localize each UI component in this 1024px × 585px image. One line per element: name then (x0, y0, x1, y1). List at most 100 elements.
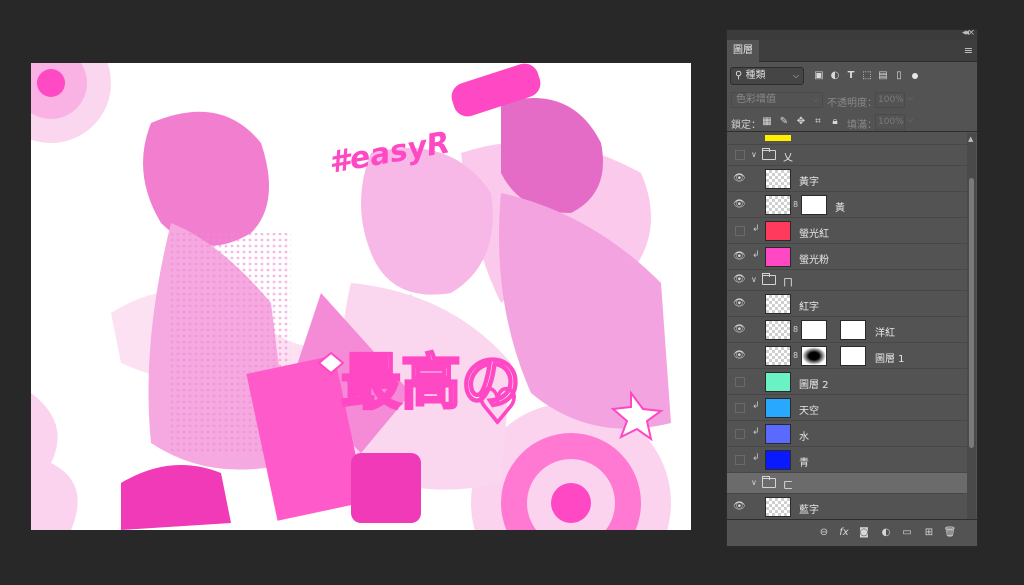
add-mask-icon[interactable]: ◙ (857, 526, 871, 540)
image-filter-icon[interactable]: ▣ (813, 70, 825, 82)
chevron-down-icon[interactable]: ∨ (751, 150, 757, 159)
eye-icon[interactable]: 👁︎ (733, 173, 746, 185)
eye-icon[interactable]: 👁︎ (733, 350, 746, 362)
visibility-toggle[interactable] (735, 226, 745, 236)
link-icon[interactable]: 8 (793, 325, 798, 334)
eye-icon[interactable]: 👁︎ (733, 274, 746, 286)
panel-close-icon[interactable]: × (967, 28, 975, 38)
layer-mask-thumbnail[interactable] (801, 320, 827, 340)
panel-titlebar: ◂◂ × (727, 28, 977, 40)
collapse-panels-icon[interactable]: ◂◂ (962, 28, 969, 38)
adjustment-filter-icon[interactable]: ◐ (829, 70, 841, 82)
shape-filter-icon[interactable]: ⬚ (861, 70, 873, 82)
visibility-toggle[interactable] (735, 429, 745, 439)
layer-row[interactable]: ↲ 青 (727, 447, 967, 473)
layer-row[interactable]: 圖層 2 (727, 369, 967, 395)
eye-icon[interactable]: 👁︎ (733, 501, 746, 513)
document-canvas[interactable]: #easyR 最高の ♡ (31, 63, 691, 530)
layer-name: 黃字 (799, 177, 819, 188)
search-icon: ⚲ (735, 70, 746, 81)
layer-row[interactable]: 👁︎ ↲ 螢光粉 (727, 244, 967, 270)
visibility-toggle[interactable] (735, 150, 745, 160)
chevron-down-icon[interactable]: ∨ (751, 275, 757, 284)
panel-menu-icon[interactable]: ≡ (964, 44, 973, 57)
layer-row[interactable]: 👁︎ 8 黃 (727, 192, 967, 218)
layer-group-row[interactable]: ∨ 乂 (727, 145, 967, 166)
layer-mask-thumbnail[interactable] (801, 195, 827, 215)
clipping-arrow-icon: ↲ (752, 427, 760, 437)
layer-thumbnail (765, 195, 791, 215)
link-icon[interactable]: 8 (793, 200, 798, 209)
lock-filter-icon[interactable]: ▯ (893, 70, 905, 82)
filter-mask-thumbnail[interactable] (840, 320, 866, 340)
chevron-down-icon[interactable]: ⌵ (907, 93, 913, 103)
lock-transparent-icon[interactable]: ▦ (761, 116, 773, 128)
blend-mode-value: 色彩增值 (736, 94, 776, 105)
tab-layers[interactable]: 圖層 (727, 40, 759, 62)
filter-mask-thumbnail[interactable] (840, 346, 866, 366)
blend-mode-select[interactable]: 色彩增值 ⌵ (731, 92, 823, 108)
chevron-down-icon[interactable]: ∨ (751, 478, 757, 487)
eye-icon[interactable]: 👁︎ (733, 298, 746, 310)
layer-row[interactable]: ↲ 螢光紅 (727, 218, 967, 244)
layer-thumbnail (765, 135, 791, 141)
new-layer-icon[interactable]: ⊞ (922, 526, 936, 540)
eye-icon[interactable]: 👁︎ (733, 324, 746, 336)
lock-artboard-icon[interactable]: ⌗ (812, 116, 824, 128)
layer-name: 螢光紅 (799, 229, 829, 240)
layer-name: 黃 (835, 203, 845, 214)
smart-object-filter-icon[interactable]: ▤ (877, 70, 889, 82)
opacity-input[interactable]: 100% (875, 92, 905, 108)
fill-input[interactable]: 100% (875, 114, 905, 130)
type-filter-icon[interactable]: T (845, 70, 857, 82)
fx-icon[interactable]: fx (837, 526, 851, 540)
lock-all-icon[interactable]: 🔒︎ (829, 116, 841, 128)
visibility-toggle[interactable] (735, 455, 745, 465)
chevron-down-icon[interactable]: ⌵ (907, 115, 913, 125)
layer-thumbnail (765, 294, 791, 314)
layer-row[interactable]: 👁︎ 8 圖層 1 (727, 343, 967, 369)
link-layers-icon[interactable]: ⊖ (817, 526, 831, 540)
clipping-arrow-icon: ↲ (752, 250, 760, 260)
visibility-toggle[interactable] (735, 478, 745, 488)
scroll-thumb[interactable] (969, 178, 974, 448)
layer-row-partial[interactable] (727, 133, 967, 145)
layer-row[interactable]: 👁︎ 黃字 (727, 166, 967, 192)
layer-row[interactable]: 👁︎ 紅字 (727, 291, 967, 317)
fill-thumbnail (765, 221, 791, 241)
clipping-arrow-icon: ↲ (752, 453, 760, 463)
new-group-icon[interactable]: ▭ (900, 526, 914, 540)
eye-icon[interactable]: 👁︎ (733, 199, 746, 211)
filter-kind-select[interactable]: ⚲ 種類 ⌵ (730, 67, 804, 85)
layer-group-row-selected[interactable]: ∨ ㄈ (727, 473, 967, 494)
layer-row[interactable]: ↲ 水 (727, 421, 967, 447)
layer-row[interactable]: 👁︎ 8 洋紅 (727, 317, 967, 343)
link-icon[interactable]: 8 (793, 351, 798, 360)
layer-row[interactable]: 👁︎ 藍字 (727, 494, 967, 519)
blend-row: 色彩增值 ⌵ 不透明度： 100% ⌵ (727, 90, 977, 110)
opacity-label: 不透明度： (827, 98, 877, 109)
trash-icon[interactable]: 🗑︎ (943, 526, 957, 540)
scroll-up-icon[interactable]: ▲ (968, 135, 973, 143)
layer-name: ㄈ (783, 481, 793, 492)
lock-position-icon[interactable]: ✥ (795, 116, 807, 128)
panel-tabbar: 圖層 ≡ (727, 40, 977, 62)
layer-name: 圖層 1 (875, 354, 905, 365)
lock-label: 鎖定： (731, 120, 761, 131)
lock-paint-icon[interactable]: ✎ (778, 116, 790, 128)
folder-icon (762, 273, 776, 285)
chevron-down-icon: ⌵ (812, 95, 819, 104)
layer-name: 洋紅 (875, 328, 895, 339)
layer-name: 紅字 (799, 302, 819, 313)
filter-toggle-icon[interactable] (912, 73, 918, 79)
visibility-toggle[interactable] (735, 377, 745, 387)
layers-scrollbar[interactable]: ▲ (967, 133, 976, 519)
eye-icon[interactable]: 👁︎ (733, 251, 746, 263)
layer-mask-thumbnail[interactable] (801, 346, 827, 366)
layer-group-row[interactable]: 👁︎ ∨ ㄇ (727, 270, 967, 291)
layer-row[interactable]: ↲ 天空 (727, 395, 967, 421)
visibility-toggle[interactable] (735, 403, 745, 413)
folder-icon (762, 148, 776, 160)
adjustment-layer-icon[interactable]: ◐ (879, 526, 893, 540)
layer-name: ㄇ (783, 278, 793, 289)
